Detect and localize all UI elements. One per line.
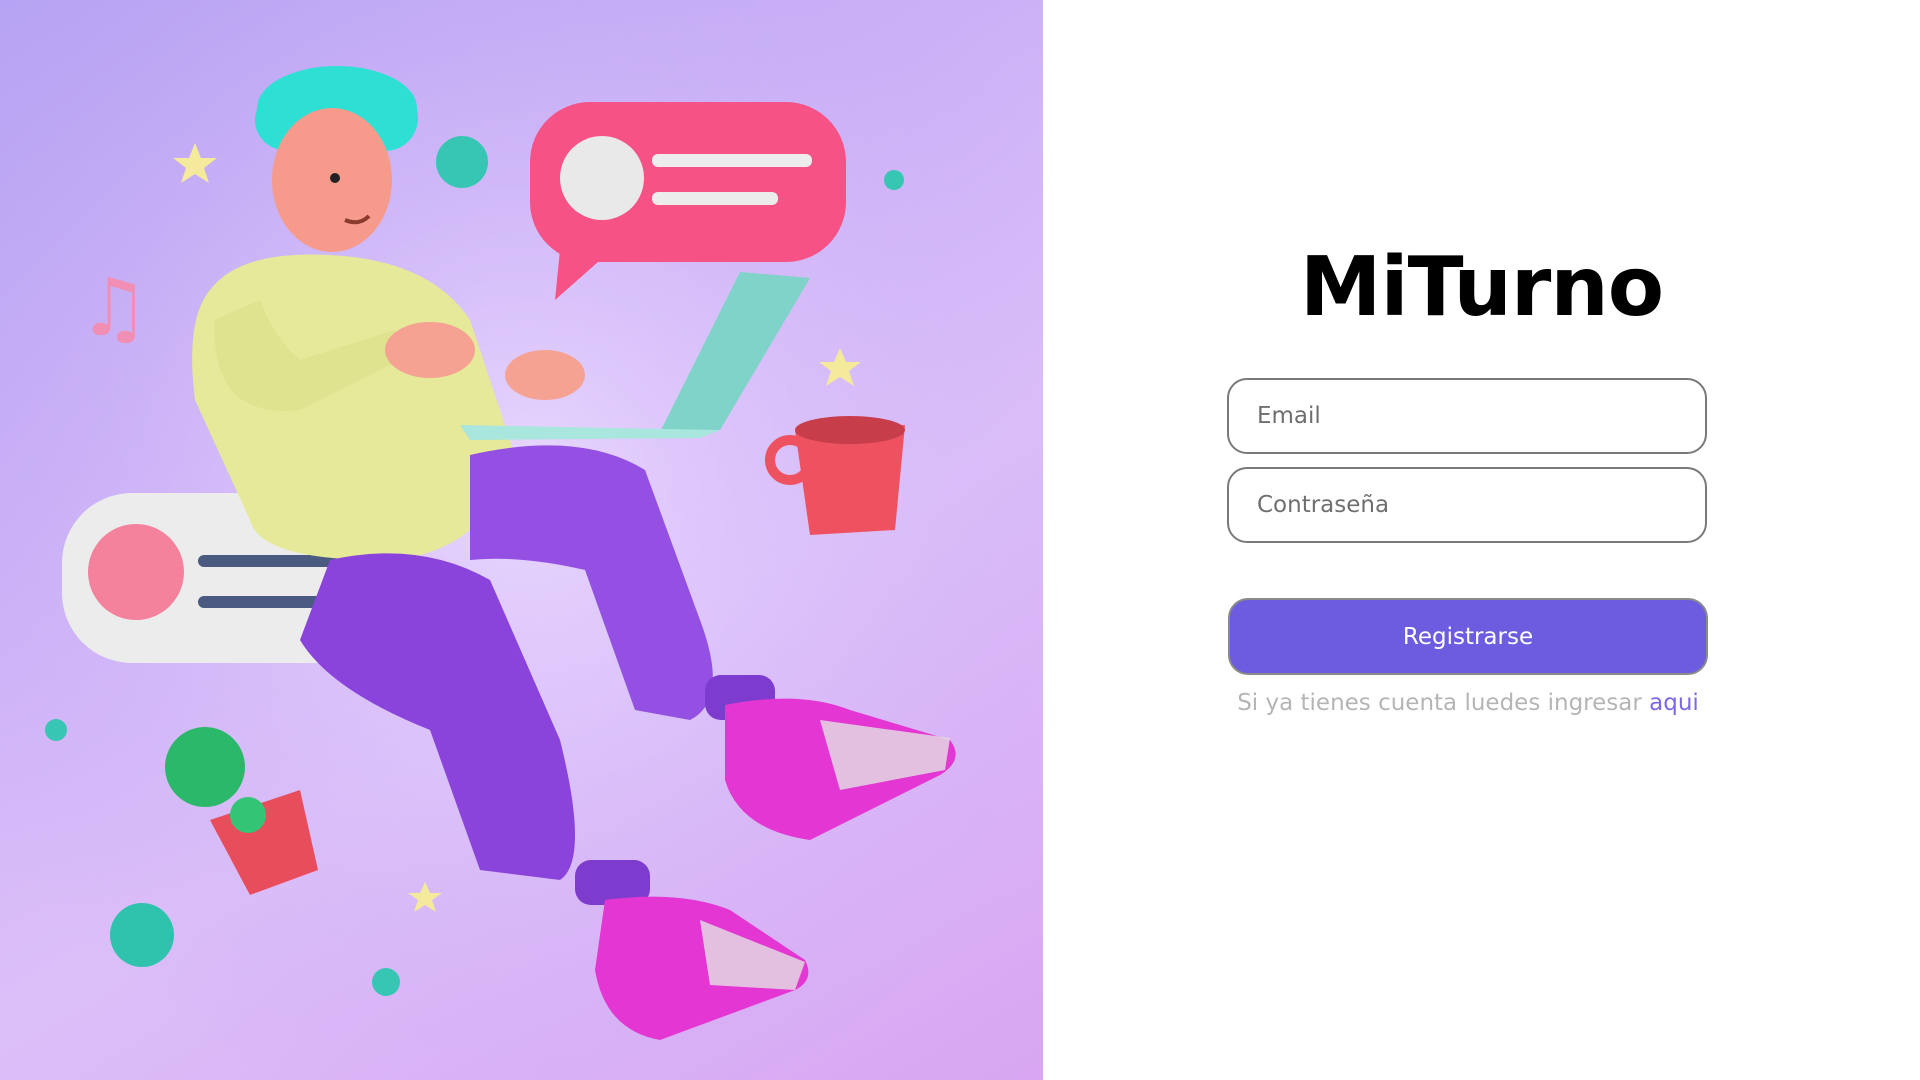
register-button[interactable]: Registrarse: [1228, 598, 1708, 675]
music-note-icon: ♫: [78, 261, 150, 354]
login-hint: Si ya tienes cuenta luedes ingresar aqui: [1043, 690, 1893, 716]
login-prompt-text: Si ya tienes cuenta luedes ingresar: [1237, 690, 1642, 716]
login-link[interactable]: aqui: [1649, 690, 1699, 716]
person-with-laptop-illustration: ♫: [0, 0, 1043, 1080]
floating-sphere: [436, 136, 488, 188]
password-input[interactable]: [1227, 467, 1707, 543]
hero-illustration: ♫: [0, 0, 1043, 1080]
app-logo-title: MiTurno: [1299, 240, 1664, 335]
registration-panel: MiTurno Registrarse Si ya tienes cuenta …: [1043, 0, 1920, 1080]
email-input[interactable]: [1227, 378, 1707, 454]
